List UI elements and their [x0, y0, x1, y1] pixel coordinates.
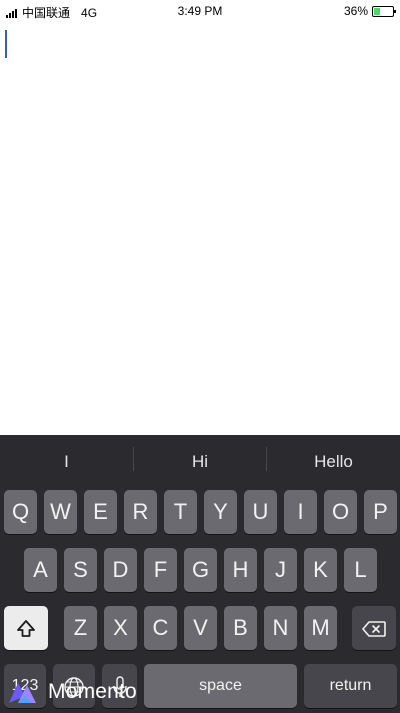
clock: 3:49 PM [177, 4, 223, 18]
text-editor-area[interactable] [0, 22, 400, 435]
key-a[interactable]: A [24, 548, 57, 592]
momento-watermark: Momento [8, 680, 137, 704]
key-m[interactable]: M [304, 606, 337, 650]
key-x[interactable]: X [104, 606, 137, 650]
keyboard: I Hi Hello Q W E R T Y U I O P A S D F G… [0, 435, 400, 713]
battery-icon [372, 5, 396, 17]
key-y[interactable]: Y [204, 490, 237, 534]
key-g[interactable]: G [184, 548, 217, 592]
key-k[interactable]: K [304, 548, 337, 592]
key-s[interactable]: S [64, 548, 97, 592]
key-l[interactable]: L [344, 548, 377, 592]
battery-percent-label: 36% [343, 4, 368, 18]
key-f[interactable]: F [144, 548, 177, 592]
key-d[interactable]: D [104, 548, 137, 592]
suggestion-1[interactable]: I [0, 435, 133, 487]
shift-icon [17, 620, 35, 638]
key-v[interactable]: V [184, 606, 217, 650]
key-t[interactable]: T [164, 490, 197, 534]
space-key[interactable]: space [144, 664, 297, 708]
key-e[interactable]: E [84, 490, 117, 534]
key-r[interactable]: R [124, 490, 157, 534]
status-bar: 中国联通 4G 3:49 PM 36% [0, 0, 400, 22]
key-q[interactable]: Q [4, 490, 37, 534]
key-b[interactable]: B [224, 606, 257, 650]
key-h[interactable]: H [224, 548, 257, 592]
backspace-icon [362, 621, 386, 637]
shift-key[interactable] [4, 606, 48, 650]
key-c[interactable]: C [144, 606, 177, 650]
suggestion-bar: I Hi Hello [0, 435, 400, 487]
key-z[interactable]: Z [64, 606, 97, 650]
watermark-text: Momento [48, 680, 137, 703]
key-o[interactable]: O [324, 490, 357, 534]
text-cursor [5, 30, 7, 58]
momento-logo-icon [9, 683, 36, 703]
return-key[interactable]: return [304, 664, 397, 708]
key-u[interactable]: U [244, 490, 277, 534]
key-i[interactable]: I [284, 490, 317, 534]
suggestion-3[interactable]: Hello [267, 435, 400, 487]
backspace-key[interactable] [352, 606, 396, 650]
suggestion-2[interactable]: Hi [134, 435, 266, 487]
status-right: 36% [343, 4, 396, 18]
key-p[interactable]: P [364, 490, 397, 534]
key-j[interactable]: J [264, 548, 297, 592]
key-w[interactable]: W [44, 490, 77, 534]
key-n[interactable]: N [264, 606, 297, 650]
